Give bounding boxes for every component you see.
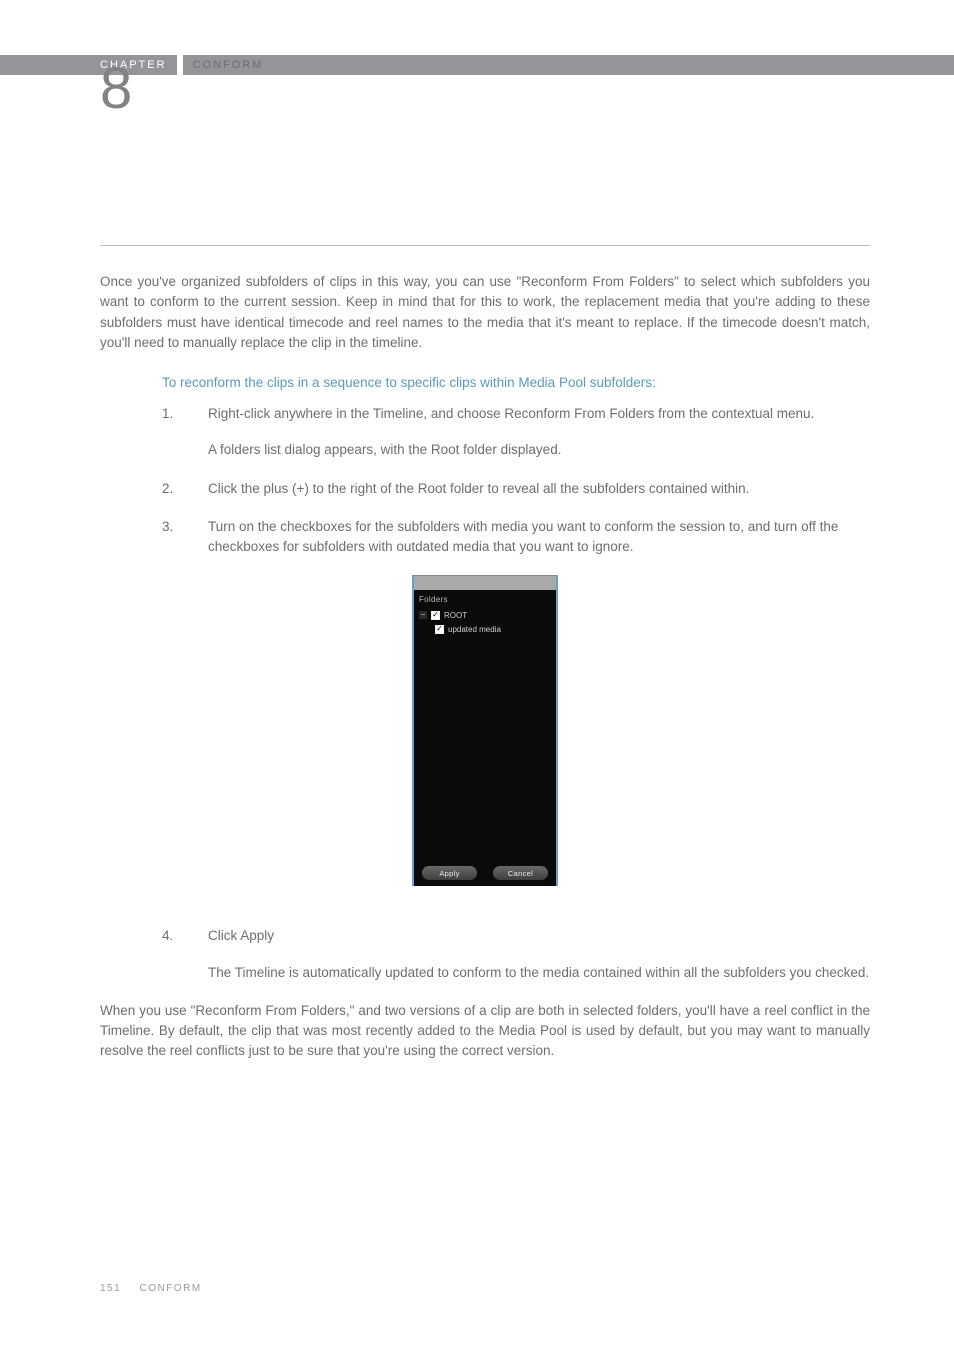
step-item: 1. Right-click anywhere in the Timeline,…: [100, 404, 870, 461]
apply-button[interactable]: Apply: [422, 866, 477, 880]
step-body: Right-click anywhere in the Timeline, an…: [208, 404, 870, 461]
page: { "header": { "chapter_label": "CHAPTER"…: [0, 0, 954, 1350]
step-text: The Timeline is automatically updated to…: [208, 963, 870, 983]
step-body: Turn on the checkboxes for the subfolder…: [208, 517, 870, 558]
header-spacer: [0, 55, 100, 75]
chapter-title: CONFORM: [193, 59, 264, 71]
step-text: Click Apply: [208, 926, 870, 946]
step-text: A folders list dialog appears, with the …: [208, 440, 870, 460]
step-item: 2. Click the plus (+) to the right of th…: [100, 479, 870, 499]
cancel-button[interactable]: Cancel: [493, 866, 548, 880]
dialog-titlebar: [414, 576, 556, 590]
checkbox-root[interactable]: ✓: [431, 611, 440, 620]
step-item: 3. Turn on the checkboxes for the subfol…: [100, 517, 870, 558]
step-body: Click the plus (+) to the right of the R…: [208, 479, 870, 499]
collapse-icon[interactable]: −: [419, 611, 427, 619]
step-number: 3.: [100, 517, 208, 558]
step-text: Click the plus (+) to the right of the R…: [208, 479, 870, 499]
header-divider: [177, 55, 183, 75]
step-body: Click Apply The Timeline is automaticall…: [208, 926, 870, 983]
step-item: 4. Click Apply The Timeline is automatic…: [100, 926, 870, 983]
tree-label-root: ROOT: [444, 611, 467, 620]
dialog-title: Folders: [414, 590, 556, 608]
dialog-figure: Folders − ✓ ROOT ✓ updated media Apply C…: [100, 575, 870, 886]
content-area: Once you've organized subfolders of clip…: [100, 245, 870, 1084]
step-number: 1.: [100, 404, 208, 461]
tree-row-root[interactable]: − ✓ ROOT: [419, 608, 551, 622]
tree-row-child[interactable]: ✓ updated media: [419, 622, 551, 636]
page-footer: 151 CONFORM: [100, 1283, 202, 1294]
page-number: 151: [100, 1283, 121, 1294]
closing-paragraph: When you use "Reconform From Folders," a…: [100, 1001, 870, 1062]
folders-dialog: Folders − ✓ ROOT ✓ updated media Apply C…: [412, 575, 558, 886]
section-rule: [100, 245, 870, 246]
footer-section: CONFORM: [139, 1283, 201, 1294]
step-text: Turn on the checkboxes for the subfolder…: [208, 517, 870, 558]
chapter-header-bar: CHAPTER CONFORM: [0, 55, 954, 75]
folder-tree: − ✓ ROOT ✓ updated media: [414, 608, 556, 636]
tree-label-child: updated media: [448, 625, 501, 634]
checkbox-child[interactable]: ✓: [435, 625, 444, 634]
chapter-number: 8: [100, 60, 132, 118]
procedure-heading: To reconform the clips in a sequence to …: [162, 375, 870, 390]
step-text: Right-click anywhere in the Timeline, an…: [208, 404, 870, 424]
intro-paragraph: Once you've organized subfolders of clip…: [100, 272, 870, 353]
step-number: 4.: [100, 926, 208, 983]
dialog-button-row: Apply Cancel: [414, 866, 556, 880]
step-number: 2.: [100, 479, 208, 499]
